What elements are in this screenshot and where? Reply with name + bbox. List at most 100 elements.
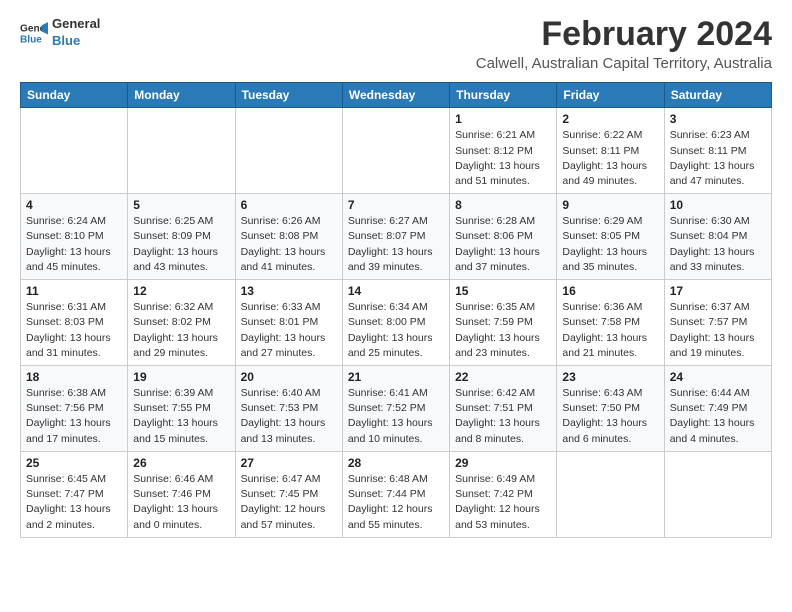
calendar-cell [342, 108, 449, 194]
calendar-cell: 11 Sunrise: 6:31 AMSunset: 8:03 PMDayligh… [21, 280, 128, 366]
calendar-cell: 20 Sunrise: 6:40 AMSunset: 7:53 PMDayligh… [235, 366, 342, 452]
calendar-cell: 22 Sunrise: 6:42 AMSunset: 7:51 PMDayligh… [450, 366, 557, 452]
day-header-tuesday: Tuesday [235, 83, 342, 108]
day-info: Sunrise: 6:42 AMSunset: 7:51 PMDaylight:… [455, 386, 551, 447]
day-number: 12 [133, 284, 229, 298]
calendar-cell: 3 Sunrise: 6:23 AMSunset: 8:11 PMDaylight… [664, 108, 771, 194]
day-info: Sunrise: 6:28 AMSunset: 8:06 PMDaylight:… [455, 214, 551, 275]
day-number: 15 [455, 284, 551, 298]
calendar-week-1: 1 Sunrise: 6:21 AMSunset: 8:12 PMDaylight… [21, 108, 772, 194]
day-number: 21 [348, 370, 444, 384]
day-info: Sunrise: 6:26 AMSunset: 8:08 PMDaylight:… [241, 214, 337, 275]
calendar-header: SundayMondayTuesdayWednesdayThursdayFrid… [21, 83, 772, 108]
svg-text:Blue: Blue [20, 34, 42, 45]
logo-text: General Blue [52, 16, 100, 50]
day-number: 10 [670, 198, 766, 212]
day-number: 26 [133, 456, 229, 470]
calendar-cell [235, 108, 342, 194]
calendar-cell: 1 Sunrise: 6:21 AMSunset: 8:12 PMDaylight… [450, 108, 557, 194]
calendar-cell: 18 Sunrise: 6:38 AMSunset: 7:56 PMDayligh… [21, 366, 128, 452]
page-header: General Blue General Blue February 2024 … [20, 16, 772, 72]
calendar-body: 1 Sunrise: 6:21 AMSunset: 8:12 PMDaylight… [21, 108, 772, 537]
calendar-cell: 10 Sunrise: 6:30 AMSunset: 8:04 PMDayligh… [664, 194, 771, 280]
calendar-cell: 28 Sunrise: 6:48 AMSunset: 7:44 PMDayligh… [342, 451, 449, 537]
day-number: 7 [348, 198, 444, 212]
day-info: Sunrise: 6:29 AMSunset: 8:05 PMDaylight:… [562, 214, 658, 275]
day-number: 13 [241, 284, 337, 298]
day-header-friday: Friday [557, 83, 664, 108]
day-number: 28 [348, 456, 444, 470]
day-info: Sunrise: 6:36 AMSunset: 7:58 PMDaylight:… [562, 300, 658, 361]
calendar-cell: 5Sunrise: 6:25 AMSunset: 8:09 PMDaylight… [128, 194, 235, 280]
day-info: Sunrise: 6:32 AMSunset: 8:02 PMDaylight:… [133, 300, 229, 361]
day-info: Sunrise: 6:33 AMSunset: 8:01 PMDaylight:… [241, 300, 337, 361]
day-number: 22 [455, 370, 551, 384]
day-header-wednesday: Wednesday [342, 83, 449, 108]
calendar-cell: 4 Sunrise: 6:24 AMSunset: 8:10 PMDaylight… [21, 194, 128, 280]
calendar-cell: 16Sunrise: 6:36 AMSunset: 7:58 PMDayligh… [557, 280, 664, 366]
day-info: Sunrise: 6:30 AMSunset: 8:04 PMDaylight:… [670, 214, 766, 275]
calendar-cell: 19Sunrise: 6:39 AMSunset: 7:55 PMDayligh… [128, 366, 235, 452]
calendar-cell [128, 108, 235, 194]
calendar-week-5: 25Sunrise: 6:45 AMSunset: 7:47 PMDayligh… [21, 451, 772, 537]
calendar-cell: 29Sunrise: 6:49 AMSunset: 7:42 PMDayligh… [450, 451, 557, 537]
day-number: 18 [26, 370, 122, 384]
day-info: Sunrise: 6:35 AMSunset: 7:59 PMDaylight:… [455, 300, 551, 361]
calendar-cell: 14 Sunrise: 6:34 AMSunset: 8:00 PMDayligh… [342, 280, 449, 366]
day-number: 20 [241, 370, 337, 384]
day-info: Sunrise: 6:40 AMSunset: 7:53 PMDaylight:… [241, 386, 337, 447]
calendar-cell: 23 Sunrise: 6:43 AMSunset: 7:50 PMDayligh… [557, 366, 664, 452]
day-info: Sunrise: 6:23 AMSunset: 8:11 PMDaylight:… [670, 128, 766, 189]
calendar-cell: 9 Sunrise: 6:29 AMSunset: 8:05 PMDaylight… [557, 194, 664, 280]
calendar-cell [664, 451, 771, 537]
day-info: Sunrise: 6:21 AMSunset: 8:12 PMDaylight:… [455, 128, 551, 189]
calendar-week-2: 4 Sunrise: 6:24 AMSunset: 8:10 PMDaylight… [21, 194, 772, 280]
main-title: February 2024 [476, 16, 772, 53]
day-info: Sunrise: 6:45 AMSunset: 7:47 PMDaylight:… [26, 472, 122, 533]
day-number: 11 [26, 284, 122, 298]
day-info: Sunrise: 6:34 AMSunset: 8:00 PMDaylight:… [348, 300, 444, 361]
day-info: Sunrise: 6:48 AMSunset: 7:44 PMDaylight:… [348, 472, 444, 533]
day-info: Sunrise: 6:22 AMSunset: 8:11 PMDaylight:… [562, 128, 658, 189]
day-number: 3 [670, 112, 766, 126]
day-header-sunday: Sunday [21, 83, 128, 108]
day-number: 1 [455, 112, 551, 126]
day-info: Sunrise: 6:25 AMSunset: 8:09 PMDaylight:… [133, 214, 229, 275]
day-number: 14 [348, 284, 444, 298]
day-number: 2 [562, 112, 658, 126]
day-info: Sunrise: 6:24 AMSunset: 8:10 PMDaylight:… [26, 214, 122, 275]
day-number: 24 [670, 370, 766, 384]
day-number: 4 [26, 198, 122, 212]
day-info: Sunrise: 6:39 AMSunset: 7:55 PMDaylight:… [133, 386, 229, 447]
day-info: Sunrise: 6:44 AMSunset: 7:49 PMDaylight:… [670, 386, 766, 447]
calendar-cell [21, 108, 128, 194]
calendar-cell: 7Sunrise: 6:27 AMSunset: 8:07 PMDaylight… [342, 194, 449, 280]
subtitle: Calwell, Australian Capital Territory, A… [476, 55, 772, 72]
calendar-week-4: 18 Sunrise: 6:38 AMSunset: 7:56 PMDayligh… [21, 366, 772, 452]
calendar-cell: 25Sunrise: 6:45 AMSunset: 7:47 PMDayligh… [21, 451, 128, 537]
calendar-week-3: 11 Sunrise: 6:31 AMSunset: 8:03 PMDayligh… [21, 280, 772, 366]
day-header-saturday: Saturday [664, 83, 771, 108]
day-info: Sunrise: 6:31 AMSunset: 8:03 PMDaylight:… [26, 300, 122, 361]
day-info: Sunrise: 6:41 AMSunset: 7:52 PMDaylight:… [348, 386, 444, 447]
title-block: February 2024 Calwell, Australian Capita… [476, 16, 772, 72]
calendar-cell: 15 Sunrise: 6:35 AMSunset: 7:59 PMDayligh… [450, 280, 557, 366]
calendar: SundayMondayTuesdayWednesdayThursdayFrid… [20, 82, 772, 537]
calendar-cell [557, 451, 664, 537]
day-info: Sunrise: 6:47 AMSunset: 7:45 PMDaylight:… [241, 472, 337, 533]
calendar-cell: 24 Sunrise: 6:44 AMSunset: 7:49 PMDayligh… [664, 366, 771, 452]
logo-icon: General Blue [20, 19, 48, 47]
calendar-cell: 17 Sunrise: 6:37 AMSunset: 7:57 PMDayligh… [664, 280, 771, 366]
calendar-cell: 13 Sunrise: 6:33 AMSunset: 8:01 PMDayligh… [235, 280, 342, 366]
day-info: Sunrise: 6:37 AMSunset: 7:57 PMDaylight:… [670, 300, 766, 361]
calendar-cell: 27 Sunrise: 6:47 AMSunset: 7:45 PMDayligh… [235, 451, 342, 537]
day-info: Sunrise: 6:43 AMSunset: 7:50 PMDaylight:… [562, 386, 658, 447]
day-number: 9 [562, 198, 658, 212]
day-header-monday: Monday [128, 83, 235, 108]
day-number: 27 [241, 456, 337, 470]
calendar-cell: 26Sunrise: 6:46 AMSunset: 7:46 PMDayligh… [128, 451, 235, 537]
day-number: 17 [670, 284, 766, 298]
day-info: Sunrise: 6:38 AMSunset: 7:56 PMDaylight:… [26, 386, 122, 447]
day-number: 23 [562, 370, 658, 384]
calendar-cell: 2 Sunrise: 6:22 AMSunset: 8:11 PMDaylight… [557, 108, 664, 194]
